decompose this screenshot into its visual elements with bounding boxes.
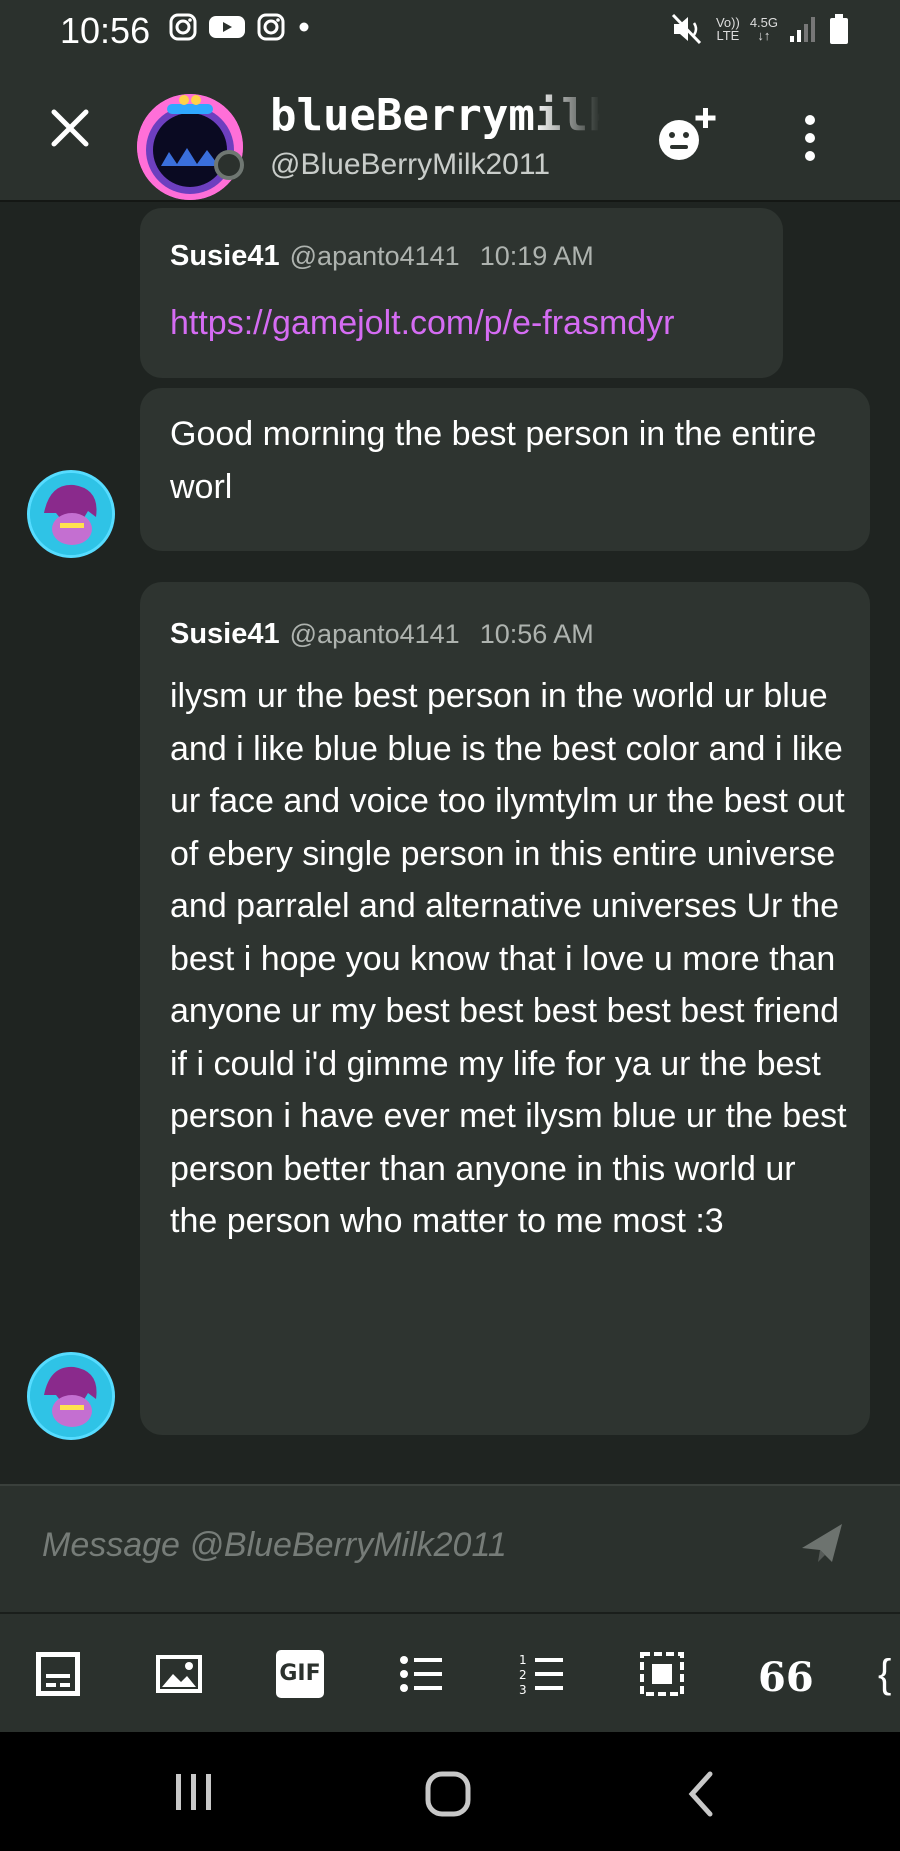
message-time: 10:56 AM — [479, 619, 594, 649]
image-icon[interactable] — [155, 1650, 203, 1698]
notification-dot-icon — [299, 22, 309, 32]
chat-title[interactable]: blueBerrymilk — [270, 90, 600, 141]
chat-header: blueBerrymilk @BlueBerryMilk2011 — [0, 64, 900, 202]
message-handle: @apanto4141 — [289, 619, 460, 649]
message-bubble[interactable]: Susie41 @apanto4141 10:56 AM ilysm ur the … — [140, 582, 870, 1435]
gif-icon[interactable]: GIF — [276, 1650, 324, 1698]
message-author[interactable]: Susie41 — [170, 618, 280, 650]
avatar[interactable] — [27, 1352, 115, 1440]
add-friend-icon[interactable] — [655, 102, 725, 164]
code-icon[interactable]: { — [878, 1650, 900, 1698]
message-link[interactable]: https://gamejolt.com/p/e-frasmdyr — [170, 304, 675, 343]
more-options-icon[interactable] — [795, 108, 825, 168]
message-author[interactable]: Susie41 — [170, 240, 280, 272]
status-bar: 10:56 Vo)) LTE 4.5G ↓↑ — [0, 0, 900, 64]
avatar[interactable] — [137, 94, 243, 200]
avatar[interactable] — [27, 470, 115, 558]
status-indicator — [214, 150, 244, 180]
close-icon[interactable] — [42, 100, 98, 156]
instagram-icon — [257, 13, 285, 41]
youtube-icon — [209, 16, 245, 38]
message-text: ilysm ur the best person in the world ur… — [170, 677, 847, 1240]
mute-icon — [671, 13, 702, 45]
bullet-list-icon[interactable] — [397, 1650, 445, 1698]
message-bubble[interactable]: Good morning the best person in the enti… — [140, 388, 870, 551]
svg-text:3: 3 — [519, 1683, 527, 1697]
svg-text:1: 1 — [519, 1653, 527, 1667]
text-format-icon[interactable] — [34, 1650, 82, 1698]
home-icon[interactable] — [424, 1770, 472, 1818]
numbered-list-icon[interactable]: 123 — [518, 1650, 566, 1698]
send-icon[interactable] — [798, 1518, 846, 1566]
system-nav-bar — [0, 1732, 900, 1851]
network-indicator: 4.5G ↓↑ — [749, 15, 778, 43]
message-composer — [0, 1484, 900, 1614]
svg-text:2: 2 — [519, 1668, 527, 1682]
battery-icon — [830, 14, 848, 44]
message-time: 10:19 AM — [479, 241, 594, 271]
signal-icon — [790, 17, 815, 42]
formatting-toolbar: GIF 123 66 { — [0, 1612, 900, 1732]
back-icon[interactable] — [680, 1770, 724, 1818]
instagram-icon — [169, 13, 197, 41]
message-list[interactable]: Susie41 @apanto4141 10:19 AM https://gamej… — [0, 200, 900, 1484]
message-bubble[interactable]: Susie41 @apanto4141 10:19 AM https://gamej… — [140, 208, 783, 378]
message-handle: @apanto4141 — [289, 241, 460, 271]
volte-indicator: Vo)) LTE — [715, 15, 740, 43]
message-text: Good morning the best person in the enti… — [170, 415, 817, 506]
message-input[interactable] — [40, 1514, 764, 1576]
quote-icon[interactable]: 66 — [758, 1650, 814, 1701]
chat-handle: @BlueBerryMilk2011 — [270, 148, 551, 181]
recent-apps-icon[interactable] — [172, 1770, 216, 1814]
spoiler-icon[interactable] — [638, 1650, 686, 1698]
status-time: 10:56 — [60, 10, 151, 51]
